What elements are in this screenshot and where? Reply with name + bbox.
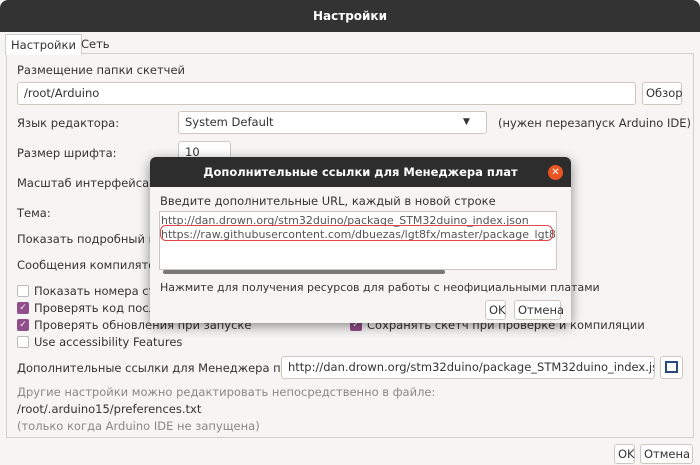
- language-select[interactable]: System Default ▼: [178, 111, 487, 134]
- checkbox-accessibility[interactable]: Use accessibility Features: [17, 335, 182, 349]
- checkmark-icon[interactable]: ✓: [17, 302, 29, 314]
- sketchbook-label: Размещение папки скетчей: [17, 63, 186, 77]
- close-icon[interactable]: ✕: [548, 165, 563, 180]
- dialog-ok-button[interactable]: OK: [485, 300, 506, 320]
- tab-settings[interactable]: Настройки: [5, 34, 82, 55]
- edit-urls-button[interactable]: [660, 356, 683, 379]
- font-size-label: Размер шрифта:: [17, 146, 117, 160]
- more-prefs-note: Другие настройки можно редактировать неп…: [17, 385, 436, 399]
- window-title: Настройки: [312, 9, 387, 23]
- scale-label: Масштаб интерфейса:: [17, 176, 154, 190]
- theme-label: Тема:: [17, 206, 51, 220]
- prefs-path[interactable]: /root/.arduino15/preferences.txt: [17, 402, 201, 416]
- board-urls-label: Дополнительные ссылки для Менеджера плат…: [17, 361, 306, 375]
- checkbox-icon[interactable]: [17, 336, 29, 348]
- tab-network[interactable]: Сеть: [76, 34, 115, 54]
- vertical-scrollbar[interactable]: [556, 216, 557, 256]
- sketchbook-input[interactable]: /root/Arduino: [17, 82, 636, 105]
- checkbox-icon[interactable]: [17, 285, 29, 297]
- language-label: Язык редактора:: [17, 116, 120, 130]
- horizontal-scrollbar[interactable]: [163, 270, 445, 274]
- ok-button[interactable]: OK: [614, 444, 635, 464]
- language-note: (нужен перезапуск Arduino IDE): [498, 116, 691, 130]
- chevron-down-icon: ▼: [463, 117, 470, 127]
- window-icon: [665, 361, 678, 373]
- board-urls-dialog: Дополнительные ссылки для Менеджера плат…: [150, 157, 600, 323]
- dialog-prompt: Введите дополнительные URL, каждый в нов…: [160, 194, 496, 208]
- urls-textarea[interactable]: http://dan.drown.org/stm32duino/package_…: [159, 211, 557, 270]
- language-value: System Default: [185, 115, 274, 129]
- highlight-ellipse: [160, 225, 553, 241]
- prefs-note: (только когда Arduino IDE не запущена): [17, 419, 260, 433]
- window-titlebar: Настройки: [0, 0, 700, 32]
- checkmark-icon[interactable]: ✓: [17, 319, 29, 331]
- checkbox-label: Use accessibility Features: [34, 335, 183, 349]
- dialog-cancel-button[interactable]: Отмена: [514, 300, 564, 320]
- browse-button[interactable]: Обзор: [642, 82, 683, 105]
- help-link[interactable]: Нажмите для получения ресурсов для работ…: [160, 281, 600, 294]
- dialog-title: Дополнительные ссылки для Менеджера плат: [150, 157, 571, 187]
- cancel-button[interactable]: Отмена: [640, 444, 693, 464]
- board-urls-input[interactable]: http://dan.drown.org/stm32duino/package_…: [281, 356, 655, 379]
